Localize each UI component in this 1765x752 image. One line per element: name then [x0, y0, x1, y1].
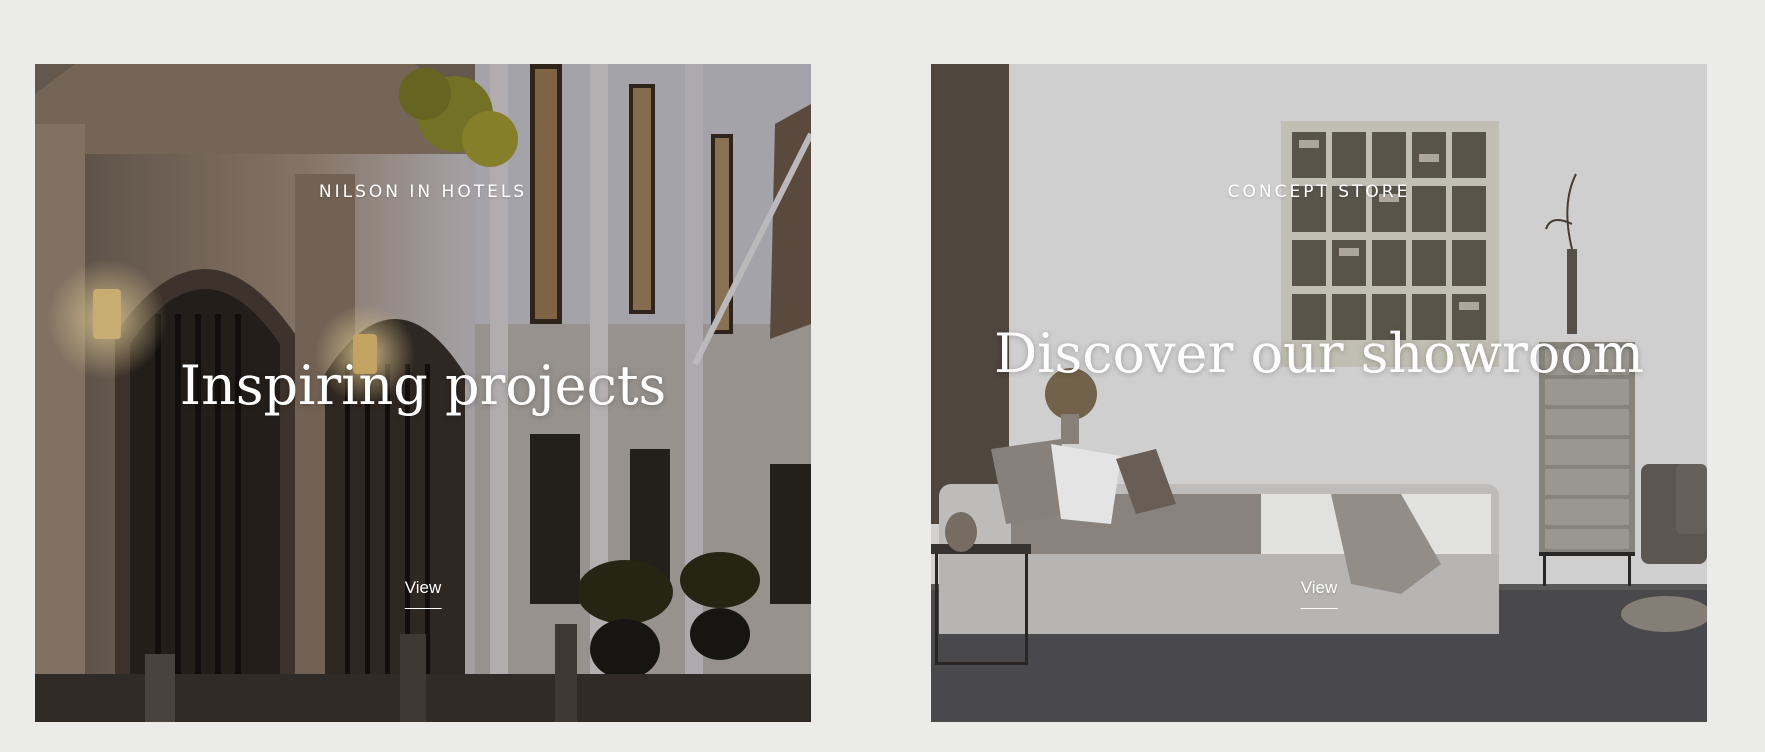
card-discover-showroom[interactable]: CONCEPT STORE Discover our showroom View	[931, 64, 1707, 722]
view-link[interactable]: View	[404, 578, 442, 609]
card-headline: Discover our showroom	[993, 322, 1644, 385]
card-eyebrow: CONCEPT STORE	[1227, 182, 1411, 202]
card-inspiring-projects[interactable]: NILSON IN HOTELS Inspiring projects View	[35, 64, 811, 722]
image-overlay	[931, 64, 1707, 722]
card-headline: Inspiring projects	[179, 354, 667, 417]
view-link[interactable]: View	[1300, 578, 1338, 609]
card-eyebrow: NILSON IN HOTELS	[318, 182, 528, 202]
